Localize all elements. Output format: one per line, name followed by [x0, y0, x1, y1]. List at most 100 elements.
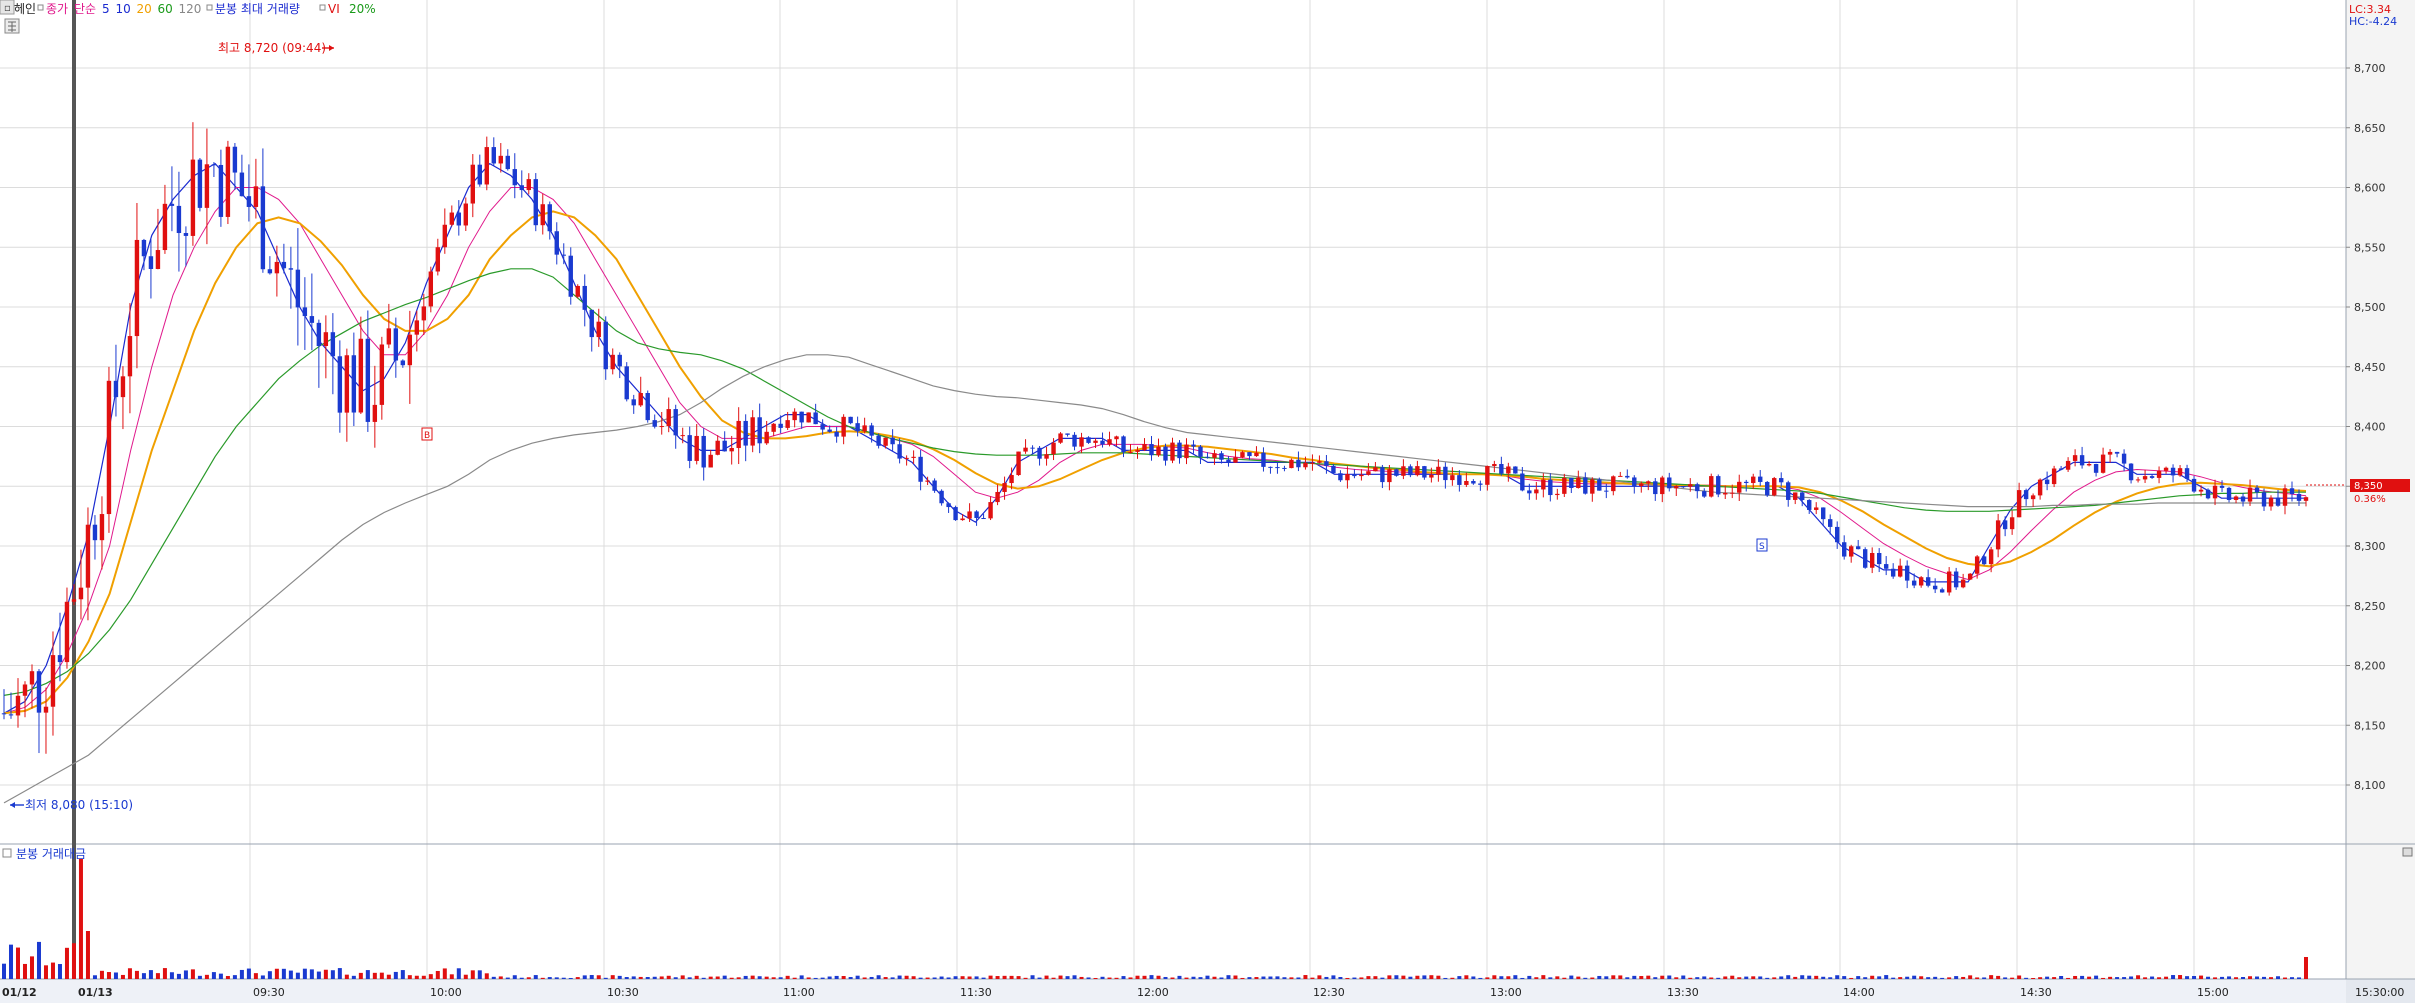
volume-bar [1716, 977, 1721, 979]
candle-body [358, 338, 364, 413]
candle-body [92, 524, 98, 541]
candle-body [2240, 496, 2246, 502]
candle-body [1611, 476, 1616, 492]
volume-bar [1471, 976, 1476, 979]
volume-bar [428, 974, 433, 979]
legend-item[interactable]: 60 [158, 2, 173, 16]
time-tick-label: 13:00 [1490, 986, 1522, 999]
volume-bar [1870, 975, 1875, 979]
candle-body [491, 147, 496, 164]
legend-item[interactable]: 20% [349, 2, 376, 16]
candle-body [43, 706, 49, 713]
candle-body [925, 480, 930, 482]
stock-name-label[interactable]: 헤인 [14, 2, 36, 16]
candle-body [1310, 462, 1315, 464]
legend-item[interactable]: 5 [102, 2, 110, 16]
volume-bar [1604, 976, 1609, 979]
volume-bar [645, 977, 650, 979]
volume-bar [393, 971, 398, 979]
price-tick-label: 8,250 [2354, 600, 2386, 613]
candle-body [302, 307, 308, 317]
volume-bar [1170, 977, 1175, 979]
volume-panel-collapse-icon[interactable] [2402, 847, 2413, 857]
legend-item[interactable]: 종가 [46, 2, 68, 16]
candle-body [1296, 459, 1301, 468]
legend-item[interactable]: 120 [179, 2, 202, 16]
volume-bar [1933, 976, 1938, 979]
candle-body [624, 366, 629, 400]
volume-bar [470, 970, 475, 979]
volume-bar [1191, 976, 1196, 979]
volume-bar [974, 976, 979, 979]
candle-body [715, 440, 720, 455]
volume-bar [890, 977, 895, 979]
volume-bar [295, 972, 300, 979]
candle-body [1086, 437, 1091, 443]
candle-body [1331, 465, 1336, 474]
candle-body [2135, 479, 2141, 481]
legend-item[interactable]: 20 [137, 2, 152, 16]
candle-body [1632, 477, 1637, 486]
legend-item[interactable]: VI [328, 2, 340, 16]
candle-body [673, 409, 678, 436]
candle-body [1772, 478, 1777, 496]
volume-bar [1723, 976, 1728, 979]
candle-body [1625, 475, 1630, 478]
volume-bar [533, 975, 538, 979]
volume-bar [722, 975, 727, 979]
candle-body [939, 490, 944, 504]
time-tick-label: 11:30 [960, 986, 992, 999]
legend-item[interactable]: 분봉 최대 거래량 [215, 2, 300, 16]
candle-body [78, 587, 84, 600]
candle-body [547, 204, 552, 232]
volume-bar [29, 956, 34, 979]
volume-bar [680, 975, 685, 979]
volume-bar [1331, 975, 1336, 979]
candle-body [1093, 440, 1098, 443]
candle-body [771, 423, 776, 432]
candle-body [687, 435, 692, 461]
volume-bar [736, 977, 741, 979]
candle-body [456, 212, 462, 226]
volume-bar [414, 975, 419, 979]
volume-bar [2248, 976, 2253, 979]
candle-body [1890, 568, 1896, 577]
volume-bar [603, 977, 608, 979]
candle-body [1443, 466, 1448, 481]
low-annotation: 최저 8,080 (15:10) [25, 798, 133, 812]
volume-bar [1373, 976, 1378, 979]
legend-item[interactable]: 단순 [74, 2, 96, 16]
volume-bar [2108, 976, 2113, 979]
legend-item[interactable]: 10 [116, 2, 131, 16]
candle-body [29, 671, 35, 685]
volume-bar [1282, 977, 1287, 979]
candle-body [1492, 463, 1497, 466]
candle-body [1100, 440, 1105, 445]
candle-body [253, 186, 259, 207]
candle-body [617, 354, 622, 367]
volume-bar [2038, 977, 2043, 979]
volume-bar [197, 975, 202, 979]
candle-body [386, 328, 392, 345]
volume-bar [1548, 977, 1553, 979]
volume-bar [1436, 975, 1441, 979]
volume-bar [1086, 977, 1091, 979]
volume-panel-icon[interactable] [2, 848, 12, 858]
candle-body [505, 155, 510, 170]
candle-body [897, 444, 902, 459]
candle-body [99, 514, 105, 541]
candle-body [218, 164, 224, 217]
candle-body [2233, 496, 2239, 500]
volume-bar [673, 977, 678, 979]
volume-bar [1009, 975, 1014, 979]
volume-bar [1093, 977, 1098, 979]
candle-body [1646, 481, 1651, 484]
volume-bar [1646, 975, 1651, 979]
candle-body [1247, 452, 1252, 457]
volume-bar [806, 977, 811, 979]
volume-bar [2143, 977, 2148, 979]
candle-body [1534, 489, 1539, 494]
candle-body [1373, 467, 1378, 472]
candle-body [631, 399, 636, 406]
volume-bar [1737, 977, 1742, 979]
